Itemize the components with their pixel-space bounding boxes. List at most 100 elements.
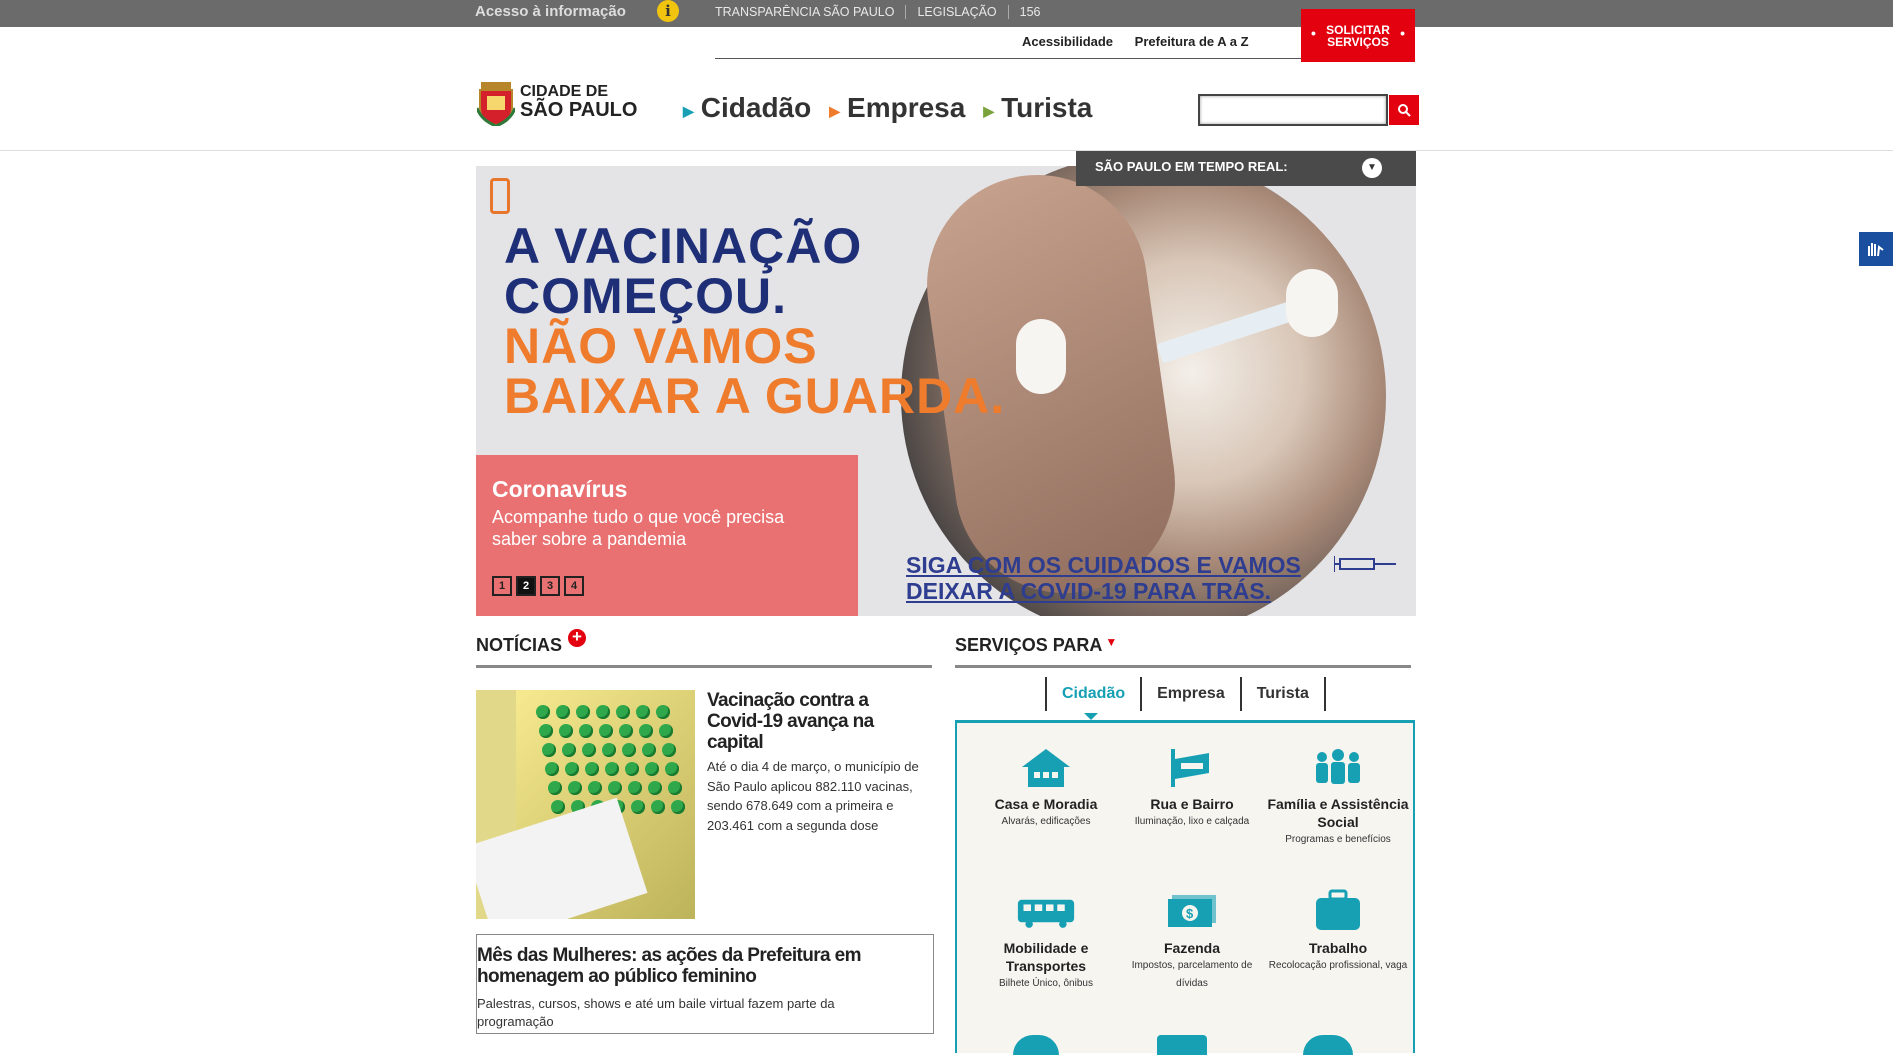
arrow-right-icon: ▶: [829, 102, 841, 119]
nav-empresa[interactable]: ▶ Empresa: [829, 92, 965, 124]
vial-cap: [648, 781, 662, 795]
culture-icon: [1303, 1035, 1353, 1055]
headline-line4: BAIXAR A GUARDA.: [504, 368, 1006, 424]
phone-156-link[interactable]: 156: [1007, 5, 1052, 19]
secondary-links: Acessibilidade Prefeitura de A a Z: [1022, 34, 1267, 49]
vial-cap: [551, 800, 565, 814]
realtime-label: SÃO PAULO EM TEMPO REAL:: [1095, 159, 1288, 174]
nav-turista[interactable]: ▶ Turista: [983, 92, 1092, 124]
chevron-down-icon[interactable]: ▼: [1362, 158, 1382, 178]
coat-of-arms-icon: [477, 82, 515, 126]
service-desc: Recolocação profissional, vaga: [1268, 960, 1408, 971]
headline-line1: A VACINAÇÃO: [504, 218, 863, 274]
service-name: Rua e Bairro: [1150, 796, 1234, 812]
news-section-title[interactable]: NOTÍCIAS +: [476, 628, 587, 656]
service-casa-moradia[interactable]: Casa e Moradia Alvarás, edificações: [973, 745, 1119, 831]
news-item-2-desc: Palestras, cursos, shows e até um baile …: [477, 996, 835, 1029]
banner-headline: A VACINAÇÃO COMEÇOU. NÃO VAMOS BAIXAR A …: [504, 221, 1005, 421]
service-rua-bairro[interactable]: Rua e Bairro Iluminação, lixo e calçada: [1119, 745, 1265, 831]
vaccine-vials-image[interactable]: [476, 690, 695, 919]
hands-icon: [1868, 243, 1884, 257]
request-services-button[interactable]: SOLICITAR SERVIÇOS: [1301, 9, 1415, 62]
service-desc: Alvarás, edificações: [1001, 816, 1091, 827]
vial-cap: [565, 762, 579, 776]
vial-cap: [545, 762, 559, 776]
vial-icon: [490, 178, 510, 214]
header-divider: [0, 150, 1893, 151]
headline-line2: COMEÇOU.: [504, 268, 787, 324]
search-button[interactable]: [1389, 95, 1419, 125]
vial-cap: [539, 724, 553, 738]
street-sign-icon: [1171, 749, 1209, 787]
service-mobilidade[interactable]: Mobilidade e Transportes Bilhete Único, …: [973, 889, 1119, 993]
banner-pager: 1 2 3 4: [492, 576, 588, 596]
service-name: Trabalho: [1308, 940, 1368, 956]
tagline-line1: SIGA COM OS CUIDADOS E VAMOS: [906, 552, 1301, 578]
service-familia[interactable]: Família e Assistência Social Programas e…: [1265, 745, 1411, 849]
accessibility-link[interactable]: Acessibilidade: [1022, 34, 1113, 49]
plus-icon[interactable]: +: [568, 628, 587, 647]
service-name: Fazenda: [1163, 940, 1220, 956]
a-to-z-link[interactable]: Prefeitura de A a Z: [1135, 34, 1249, 49]
vial-cap: [659, 724, 673, 738]
services-section-title[interactable]: SERVIÇOS PARA ▼: [955, 635, 1117, 656]
nav-cidadao[interactable]: ▶ Cidadão: [683, 92, 811, 124]
service-name: Casa e Moradia: [994, 796, 1098, 812]
vial-cap: [642, 743, 656, 757]
tab-cidadao[interactable]: Cidadão: [1045, 677, 1140, 711]
vial-cap: [602, 743, 616, 757]
access-info-link[interactable]: Acesso à informação: [475, 3, 626, 20]
tab-empresa[interactable]: Empresa: [1140, 677, 1240, 711]
service-desc: Bilhete Único, ônibus: [999, 978, 1093, 989]
info-icon[interactable]: i: [657, 0, 679, 22]
sign-language-button[interactable]: [1859, 232, 1893, 266]
vial-cap: [579, 724, 593, 738]
services-rule: [955, 665, 1411, 668]
pager-page-3[interactable]: 3: [540, 576, 560, 596]
nav-empresa-label: Empresa: [847, 92, 966, 123]
top-links: TRANSPARÊNCIA SÃO PAULO LEGISLAÇÃO 156: [715, 5, 1052, 19]
education-icon: [1157, 1035, 1207, 1055]
search-input[interactable]: [1198, 94, 1388, 126]
banner-caption[interactable]: Coronavírus Acompanhe tudo o que você pr…: [476, 455, 858, 616]
vial-cap: [588, 781, 602, 795]
vial-cap: [608, 781, 622, 795]
pager-page-2[interactable]: 2: [516, 576, 536, 596]
vial-cap: [562, 743, 576, 757]
pager-page-4[interactable]: 4: [564, 576, 584, 596]
main-nav: ▶ Cidadão ▶ Empresa ▶ Turista: [683, 92, 1110, 124]
realtime-bar[interactable]: SÃO PAULO EM TEMPO REAL: ▼: [1076, 151, 1416, 186]
caret-down-icon[interactable]: ▼: [1105, 635, 1117, 649]
vial-cap: [576, 705, 590, 719]
logo-line2: SÃO PAULO: [520, 99, 638, 121]
news-item-2-title[interactable]: Mês das Mulheres: as ações da Prefeitura…: [477, 945, 917, 987]
vial-cap: [616, 705, 630, 719]
vial-cap: [599, 724, 613, 738]
tab-turista[interactable]: Turista: [1239, 677, 1326, 711]
briefcase-icon: [1316, 889, 1360, 930]
news-title: NOTÍCIAS: [476, 635, 563, 655]
service-trabalho[interactable]: Trabalho Recolocação profissional, vaga: [1265, 889, 1411, 975]
services-tabs: Cidadão Empresa Turista: [1045, 677, 1326, 711]
svg-text:$: $: [1186, 906, 1194, 921]
city-logo[interactable]: CIDADE DE SÃO PAULO: [477, 78, 637, 126]
vial-cap: [585, 762, 599, 776]
transparency-link[interactable]: TRANSPARÊNCIA SÃO PAULO: [715, 5, 905, 19]
hero-banner[interactable]: A VACINAÇÃO COMEÇOU. NÃO VAMOS BAIXAR A …: [476, 166, 1416, 616]
service-name: Família e Assistência Social: [1267, 796, 1409, 830]
news-item-1-title[interactable]: Vacinação contra a Covid-19 avança na ca…: [707, 690, 907, 753]
news-item-2[interactable]: Mês das Mulheres: as ações da Prefeitura…: [476, 934, 934, 1034]
arrow-right-icon: ▶: [983, 102, 995, 119]
service-fazenda[interactable]: $ Fazenda Impostos, parcelamento de dívi…: [1119, 889, 1265, 993]
vial-cap: [542, 743, 556, 757]
vial-cap: [668, 781, 682, 795]
vial-cap: [662, 743, 676, 757]
caption-title: Coronavírus: [492, 476, 628, 502]
vial-cap: [559, 724, 573, 738]
legislation-link[interactable]: LEGISLAÇÃO: [905, 5, 1007, 19]
caption-text: Acompanhe tudo o que você precisa saber …: [492, 507, 785, 549]
nav-turista-label: Turista: [1001, 92, 1093, 123]
tagline-line2: DEIXAR A COVID-19 PARA TRÁS.: [906, 578, 1272, 604]
pager-page-1[interactable]: 1: [492, 576, 512, 596]
family-icon: [1316, 749, 1360, 784]
